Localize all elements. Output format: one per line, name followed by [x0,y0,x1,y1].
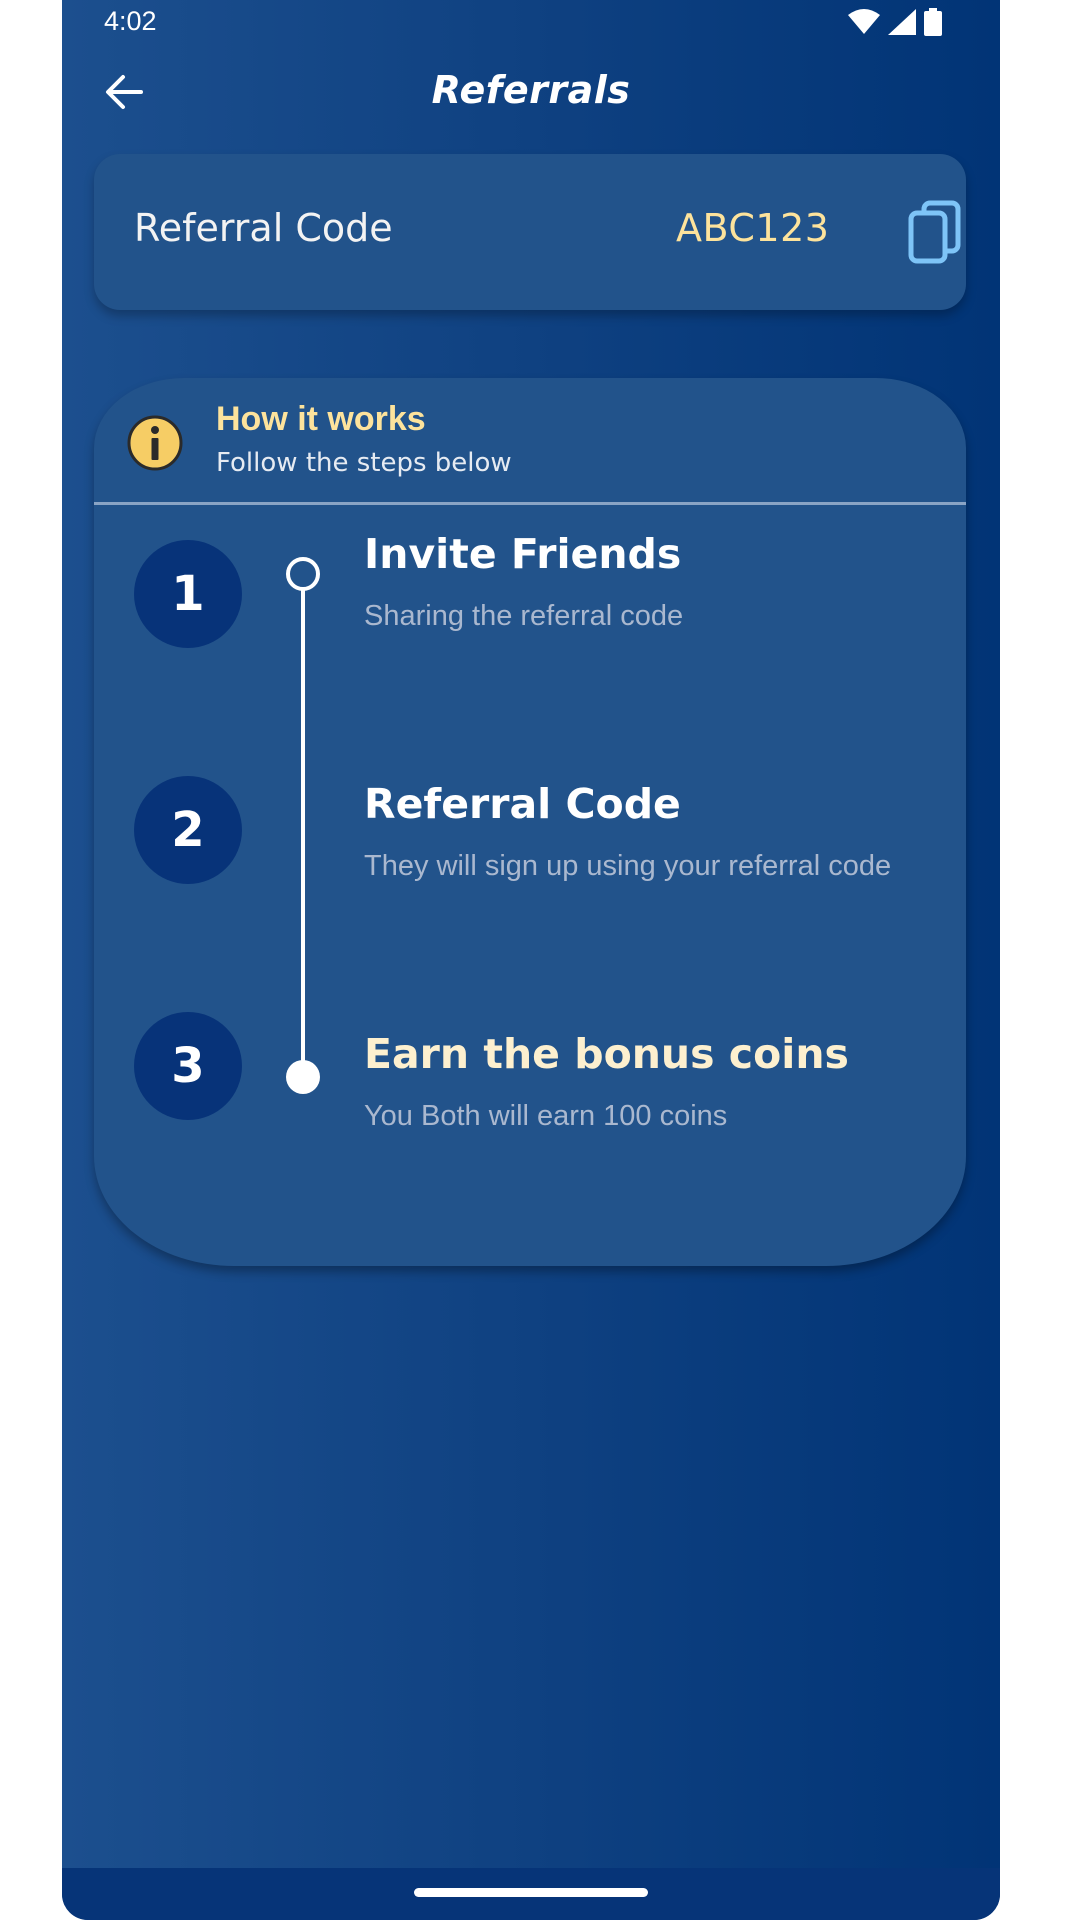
referral-code-label: Referral Code [134,206,393,250]
how-it-works-card: How it works Follow the steps below 1 In… [94,378,966,1266]
battery-icon [924,8,942,36]
phone-screen: 4:02 Referrals Referral Code ABC123 How … [62,0,1000,1920]
status-time: 4:02 [104,6,157,36]
timeline-end-dot [286,1060,320,1094]
copy-button[interactable] [908,200,962,264]
home-indicator[interactable] [414,1888,648,1897]
status-icons [848,8,942,36]
step-title: Invite Friends [364,530,682,578]
info-icon [127,415,183,471]
cellular-signal-icon [888,9,916,35]
step-description: You Both will earn 100 coins [364,1100,728,1132]
step-description: They will sign up using your referral co… [364,850,892,882]
timeline-start-dot [286,557,320,591]
step-description: Sharing the referral code [364,600,684,632]
step-number-badge: 2 [134,776,242,884]
timeline-line [301,574,305,1077]
referral-code-value: ABC123 [676,206,830,250]
copy-icon [908,200,961,264]
referral-code-card: Referral Code ABC123 [94,154,966,310]
app-bar: Referrals [62,56,1000,126]
step-title: Earn the bonus coins [364,1030,849,1078]
step-number-badge: 3 [134,1012,242,1120]
wifi-icon [848,9,880,34]
status-bar: 4:02 [62,0,1000,44]
page-title: Referrals [431,68,631,112]
step-title: Referral Code [364,780,681,828]
step-number-badge: 1 [134,540,242,648]
system-navigation-bar [62,1868,1000,1920]
how-it-works-title: How it works [216,400,426,438]
divider [94,502,966,505]
how-it-works-subtitle: Follow the steps below [216,448,512,478]
